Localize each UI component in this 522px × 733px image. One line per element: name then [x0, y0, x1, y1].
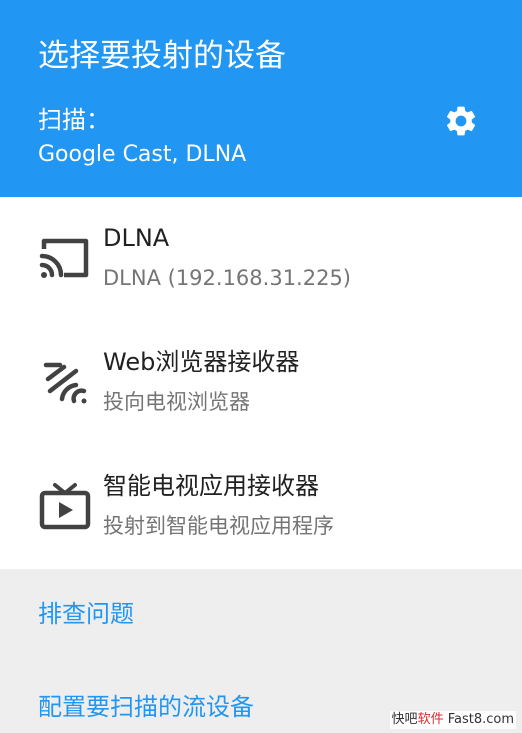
device-name: 智能电视应用接收器 — [103, 472, 319, 500]
device-list: DLNA DLNA (192.168.31.225) Web浏览器接收器 投向电… — [0, 197, 522, 569]
cast-dialog-header: 选择要投射的设备 扫描： Google Cast, DLNA — [0, 0, 522, 197]
device-description: 投射到智能电视应用程序 — [103, 514, 334, 538]
device-name: Web浏览器接收器 — [103, 348, 300, 376]
settings-button[interactable] — [436, 96, 486, 146]
cast-icon — [36, 229, 94, 287]
gear-icon — [447, 106, 476, 136]
watermark: 快吧软件 Fast8.com — [389, 711, 516, 729]
dialog-footer: 排查问题 配置要扫描的流设备 — [0, 569, 522, 733]
device-item-smart-tv[interactable]: 智能电视应用接收器 投射到智能电视应用程序 — [0, 445, 522, 569]
tv-play-icon — [36, 477, 94, 535]
wireless-signal-icon — [36, 353, 94, 411]
watermark-prefix: 快吧 — [391, 712, 418, 727]
scan-protocols: Google Cast, DLNA — [38, 142, 247, 167]
configure-devices-link[interactable]: 配置要扫描的流设备 — [38, 690, 254, 724]
watermark-suffix: Fast8.com — [443, 712, 514, 727]
device-item-web-browser[interactable]: Web浏览器接收器 投向电视浏览器 — [0, 321, 522, 445]
device-description: 投向电视浏览器 — [103, 390, 250, 414]
device-item-dlna[interactable]: DLNA DLNA (192.168.31.225) — [0, 197, 522, 321]
device-name: DLNA — [103, 224, 170, 252]
scan-label: 扫描： — [38, 106, 110, 134]
troubleshoot-link[interactable]: 排查问题 — [38, 597, 134, 631]
device-description: DLNA (192.168.31.225) — [103, 266, 352, 290]
dialog-title: 选择要投射的设备 — [38, 38, 286, 74]
watermark-brand: 软件 — [417, 712, 444, 727]
